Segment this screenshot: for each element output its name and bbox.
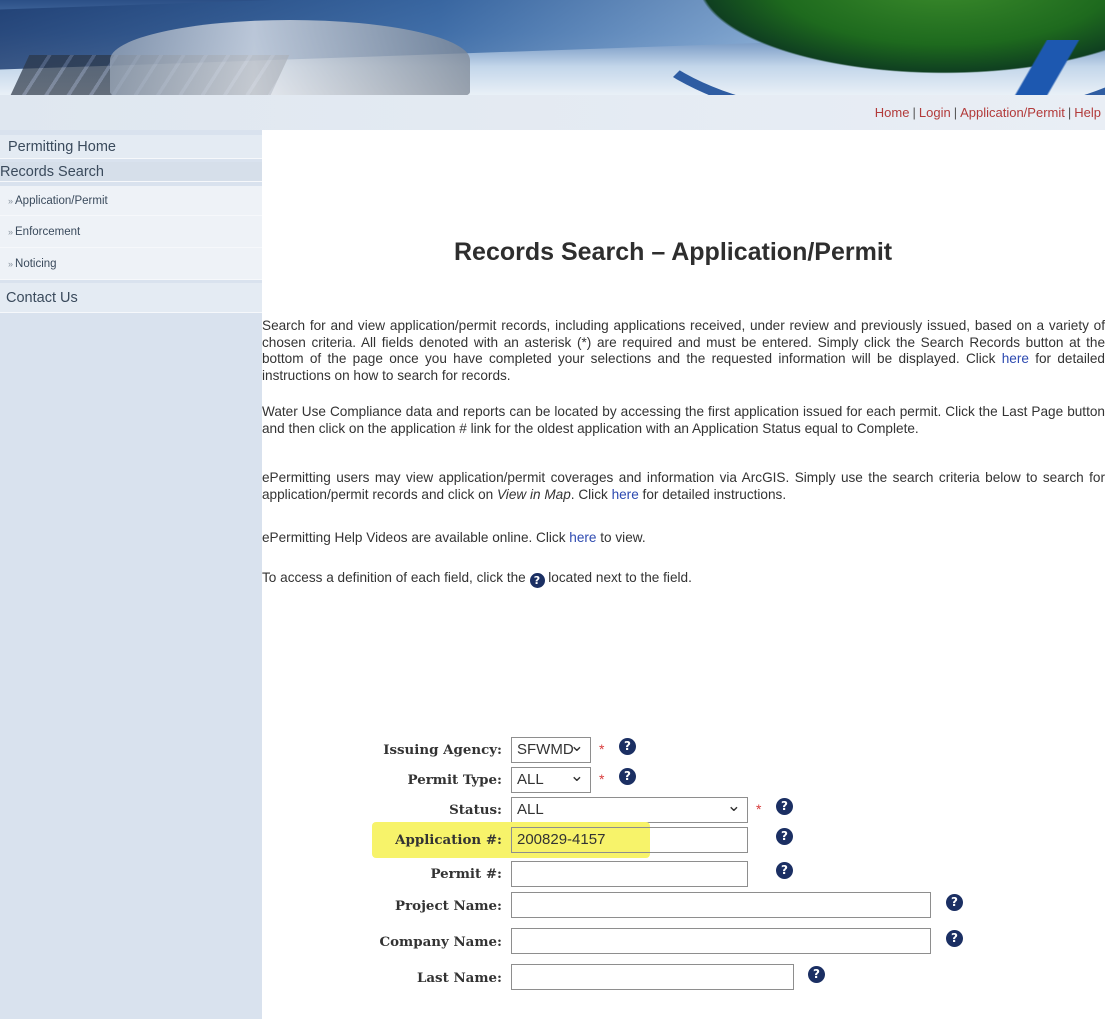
last-name-help-icon[interactable]: ? — [808, 966, 825, 983]
videos-text: ePermitting Help Videos are available on… — [262, 530, 570, 545]
issuing-agency-help-icon[interactable]: ? — [619, 738, 636, 755]
nav-link-home[interactable]: Home — [875, 105, 910, 120]
sidebar-item-label: Noticing — [15, 258, 57, 270]
sidebar-item-label: Records Search — [0, 164, 104, 180]
compliance-paragraph: Water Use Compliance data and reports ca… — [262, 404, 1105, 436]
sidebar-item-noticing[interactable]: » Noticing — [0, 248, 262, 280]
videos-text-end: to view. — [596, 530, 646, 545]
nav-separator: | — [953, 105, 958, 120]
sidebar-item-enforcement[interactable]: » Enforcement — [0, 216, 262, 248]
videos-paragraph: ePermitting Help Videos are available on… — [262, 530, 1105, 547]
nav-link-help[interactable]: Help — [1074, 105, 1101, 120]
company-name-label: Company Name: — [379, 934, 502, 950]
banner-hands-image — [110, 20, 470, 95]
top-nav-links: Home | Login | Application/Permit | Help — [875, 105, 1101, 120]
status-label: Status: — [449, 802, 502, 818]
permit-type-select[interactable]: ALL — [511, 766, 591, 793]
permit-type-help-icon[interactable]: ? — [619, 768, 636, 785]
application-number-help-icon[interactable]: ? — [776, 828, 793, 845]
sidebar-item-label: Application/Permit — [15, 195, 108, 207]
header-banner — [0, 0, 1105, 95]
arcgis-text-mid: . Click — [570, 486, 612, 502]
issuing-agency-label: Issuing Agency: — [383, 742, 502, 758]
definition-text: To access a definition of each field, cl… — [262, 570, 530, 585]
view-in-map-text: View in Map — [496, 486, 571, 502]
status-value: ALL — [517, 801, 544, 818]
sidebar-item-contact-us[interactable]: Contact Us — [0, 283, 262, 313]
help-icon: ? — [529, 573, 545, 588]
project-name-help-icon[interactable]: ? — [946, 894, 963, 911]
sidebar-item-label: Enforcement — [15, 226, 81, 238]
sidebar: Permitting Home Records Search » Applicat… — [0, 130, 262, 1019]
definition-text-end: located next to the field. — [544, 570, 692, 585]
definition-paragraph: To access a definition of each field, cl… — [262, 570, 1105, 588]
required-asterisk: * — [756, 801, 762, 817]
application-number-input[interactable]: 200829-4157 — [511, 827, 748, 853]
bullet-arrow-icon: » — [8, 196, 14, 206]
nav-link-application-permit[interactable]: Application/Permit — [960, 105, 1065, 120]
arcgis-text-end: for detailed instructions. — [638, 486, 787, 502]
project-name-input[interactable] — [511, 892, 931, 918]
main-content: Records Search – Application/Permit Sear… — [262, 130, 1105, 1019]
sidebar-item-records-search[interactable]: Records Search — [0, 162, 262, 182]
permit-number-label: Permit #: — [430, 866, 502, 882]
top-nav-bar: Home | Login | Application/Permit | Help — [0, 95, 1105, 130]
nav-separator: | — [1067, 105, 1072, 120]
permit-type-value: ALL — [517, 771, 544, 788]
last-name-input[interactable] — [511, 964, 794, 990]
nav-link-login[interactable]: Login — [919, 105, 951, 120]
nav-separator: | — [912, 105, 916, 120]
sidebar-item-application-permit[interactable]: » Application/Permit — [0, 186, 262, 216]
company-name-help-icon[interactable]: ? — [946, 930, 963, 947]
status-help-icon[interactable]: ? — [776, 798, 793, 815]
arcgis-paragraph: ePermitting users may view application/p… — [262, 470, 1105, 503]
banner-swoosh — [960, 40, 1105, 95]
sidebar-item-label: Permitting Home — [8, 139, 116, 155]
instructions-link[interactable]: here — [1002, 351, 1029, 366]
sidebar-item-permitting-home[interactable]: Permitting Home — [0, 135, 262, 159]
application-number-label: Application #: — [395, 832, 502, 848]
required-asterisk: * — [599, 771, 605, 787]
issuing-agency-value: SFWMD — [517, 741, 574, 758]
application-number-value: 200829-4157 — [517, 831, 606, 848]
bullet-arrow-icon: » — [8, 227, 14, 237]
required-asterisk: * — [599, 741, 605, 757]
intro-text: Search for and view application/permit r… — [262, 318, 1105, 366]
permit-type-label: Permit Type: — [407, 772, 503, 788]
bullet-arrow-icon: » — [8, 259, 14, 269]
last-name-label: Last Name: — [416, 970, 502, 986]
page-title: Records Search – Application/Permit — [454, 238, 893, 266]
company-name-input[interactable] — [511, 928, 931, 954]
status-select[interactable]: ALL — [511, 796, 748, 823]
permit-number-input[interactable] — [511, 861, 748, 887]
help-videos-link[interactable]: here — [569, 530, 596, 545]
issuing-agency-select[interactable]: SFWMD — [511, 736, 591, 763]
project-name-label: Project Name: — [395, 898, 502, 914]
sidebar-item-label: Contact Us — [6, 290, 78, 306]
permit-number-help-icon[interactable]: ? — [776, 862, 793, 879]
intro-paragraph: Search for and view application/permit r… — [262, 318, 1105, 384]
arcgis-instructions-link[interactable]: here — [612, 487, 639, 502]
